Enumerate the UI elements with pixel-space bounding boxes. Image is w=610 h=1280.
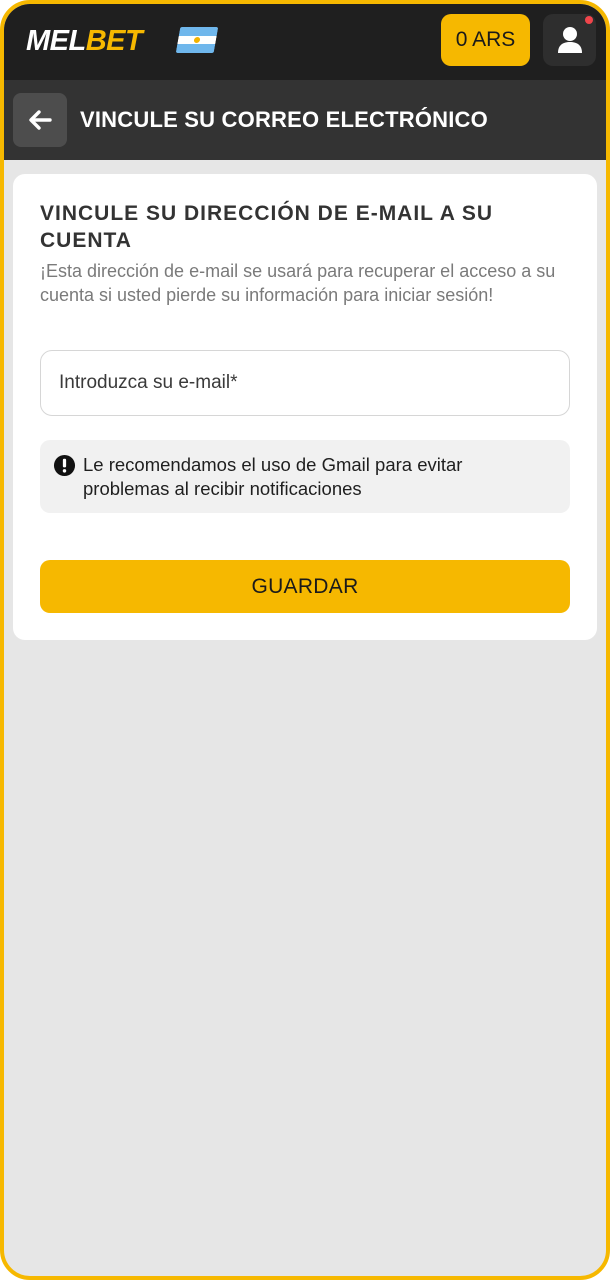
user-icon [557, 27, 582, 53]
page-header: VINCULE SU CORREO ELECTRÓNICO [4, 80, 606, 160]
logo-text-bet: BET [85, 25, 143, 57]
balance-button[interactable]: 0 ARS [441, 14, 530, 66]
notice-text: Le recomendamos el uso de Gmail para evi… [83, 454, 463, 499]
card-heading: VINCULE SU DIRECCIÓN DE E-MAIL A SU CUEN… [40, 202, 494, 252]
melbet-logo[interactable]: MELBET [26, 25, 143, 57]
gmail-notice: Le recomendamos el uso de Gmail para evi… [40, 440, 570, 513]
profile-button[interactable] [543, 14, 596, 66]
top-bar: MELBET 0 ARS [4, 4, 606, 80]
argentina-flag-icon [175, 27, 219, 53]
save-button[interactable]: GUARDAR [40, 560, 570, 613]
app-frame: MELBET 0 ARS VINCULE SU CORREO ELECTRÓNI… [0, 0, 610, 1280]
email-input[interactable] [40, 350, 570, 416]
card-description: ¡Esta dirección de e-mail se usará para … [40, 261, 556, 305]
logo-text-mel: MEL [26, 25, 86, 57]
page-title: VINCULE SU CORREO ELECTRÓNICO [80, 107, 488, 132]
back-button[interactable] [13, 93, 67, 147]
exclamation-circle-icon [53, 454, 76, 477]
arrow-left-icon [29, 110, 52, 130]
email-link-card: VINCULE SU DIRECCIÓN DE E-MAIL A SU CUEN… [13, 174, 597, 640]
notification-dot [585, 16, 593, 24]
